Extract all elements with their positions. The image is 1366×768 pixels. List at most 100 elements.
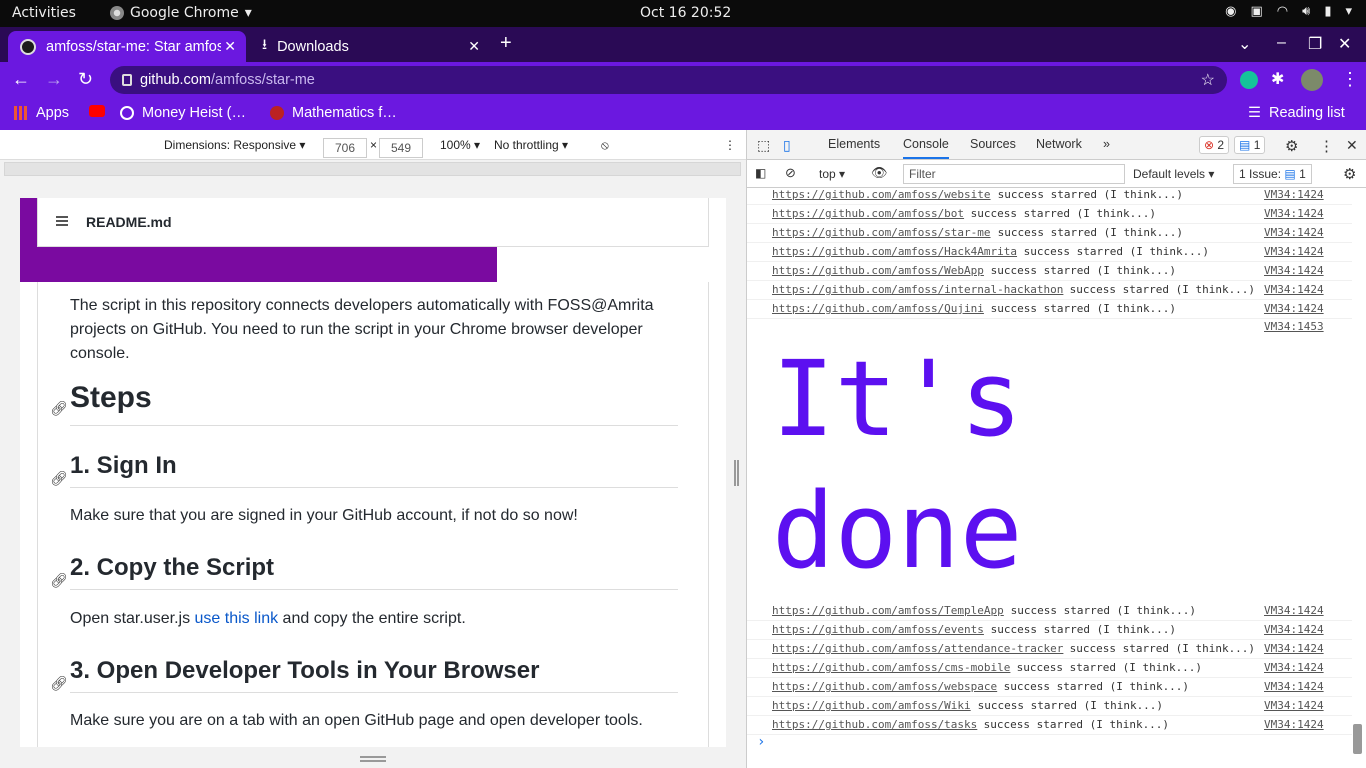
throttling-select[interactable]: No throttling ▾ [494,138,568,152]
repo-url-link[interactable]: https://github.com/amfoss/tasks [772,718,977,731]
error-count-badge[interactable]: ⊗ 2 [1199,136,1230,154]
repo-url-link[interactable]: https://github.com/amfoss/website [772,188,991,201]
levels-select[interactable]: Default levels ▾ [1133,167,1214,181]
bookmark-youtube[interactable] [89,105,105,117]
repo-url-link[interactable]: https://github.com/amfoss/webspace [772,680,997,693]
bookmark-mathematics[interactable]: Mathematics f… [270,105,397,121]
tab-sources[interactable]: Sources [970,137,1016,151]
repo-url-link[interactable]: https://github.com/amfoss/events [772,623,984,636]
list-icon[interactable] [56,216,68,226]
repo-url-link[interactable]: https://github.com/amfoss/Hack4Amrita [772,245,1017,258]
repo-url-link[interactable]: https://github.com/amfoss/Qujini [772,302,984,315]
lock-icon[interactable] [122,74,132,86]
source-link[interactable]: VM34:1424 [1264,264,1324,277]
forward-icon[interactable]: → [45,69,63,90]
filter-input[interactable]: Filter [903,164,1125,184]
context-select[interactable]: top ▾ [819,167,845,181]
console-prompt[interactable]: › [757,734,765,750]
repo-url-link[interactable]: https://github.com/amfoss/attendance-tra… [772,642,1063,655]
repo-url-link[interactable]: https://github.com/amfoss/star-me [772,226,991,239]
device-toggle-icon[interactable]: ▯ [783,137,791,154]
inspect-icon[interactable]: ⬚ [757,137,770,154]
back-icon[interactable]: ← [12,69,30,90]
more-tabs-icon[interactable]: » [1103,137,1110,151]
close-icon[interactable]: ✕ [224,38,236,55]
avatar[interactable] [1301,69,1323,91]
reload-icon[interactable]: ↻ [78,69,93,90]
tab-console[interactable]: Console [903,137,949,159]
more-icon[interactable]: ⋮ [724,138,736,152]
dimensions-select[interactable]: Dimensions: Responsive ▾ [164,138,305,152]
source-link[interactable]: VM34:1424 [1264,604,1324,617]
volume-icon[interactable]: 🔊︎ [1302,4,1310,19]
zoom-select[interactable]: 100% ▾ [440,138,480,152]
activities-button[interactable]: Activities [12,5,76,21]
tab-elements[interactable]: Elements [828,137,880,151]
wifi-icon[interactable]: ◠ [1277,4,1288,19]
height-input[interactable]: 549 [379,138,423,158]
repo-url-link[interactable]: https://github.com/amfoss/cms-mobile [772,661,1010,674]
repo-url-link[interactable]: https://github.com/amfoss/Wiki [772,699,971,712]
repo-url-link[interactable]: https://github.com/amfoss/TempleApp [772,604,1004,617]
viewport-resize-handle[interactable] [360,756,386,762]
repo-url-link[interactable]: https://github.com/amfoss/internal-hacka… [772,283,1063,296]
source-link[interactable]: VM34:1453 [1264,320,1324,333]
link-icon[interactable]: 🔗︎ [50,572,68,589]
repo-url-link[interactable]: https://github.com/amfoss/bot [772,207,964,220]
clear-console-icon[interactable]: ⊘ [785,165,796,181]
more-icon[interactable]: ⋮ [1319,137,1334,155]
message-count-badge[interactable]: ▤ 1 [1234,136,1266,154]
source-link[interactable]: VM34:1424 [1264,623,1324,636]
source-link[interactable]: VM34:1424 [1264,226,1324,239]
maximize-icon[interactable]: ❐ [1308,34,1322,54]
link-icon[interactable]: 🔗︎ [50,400,68,417]
console-settings-icon[interactable]: ⚙ [1343,165,1356,183]
source-link[interactable]: VM34:1424 [1264,188,1324,201]
extensions-puzzle-icon[interactable]: ✱ [1271,69,1284,89]
settings-gear-icon[interactable]: ⚙ [1285,137,1298,155]
address-bar[interactable]: github.com/amfoss/star-me ☆ [110,66,1227,94]
source-link[interactable]: VM34:1424 [1264,245,1324,258]
source-link[interactable]: VM34:1424 [1264,680,1324,693]
tab-star-me[interactable]: amfoss/star-me: Star amfoss ✕ [8,31,246,62]
issues-button[interactable]: 1 Issue: ▤ 1 [1233,164,1312,184]
source-link[interactable]: VM34:1424 [1264,283,1324,296]
clock[interactable]: Oct 16 20:52 [640,5,731,21]
grammarly-icon[interactable] [1240,71,1258,89]
media-query-ruler[interactable] [4,162,741,176]
menu-icon[interactable]: ⋮ [1341,69,1359,90]
tab-downloads[interactable]: ⭳ Downloads ✕ [250,31,490,62]
link-icon[interactable]: 🔗︎ [50,675,68,692]
bookmark-money-heist[interactable]: Money Heist (… [120,105,246,121]
tab-network[interactable]: Network [1036,137,1082,151]
source-link[interactable]: VM34:1424 [1264,661,1324,674]
eye-icon[interactable]: 👁︎ [871,165,888,181]
script-link[interactable]: use this link [195,610,279,627]
new-tab-button[interactable]: + [500,32,512,55]
bookmark-apps[interactable]: Apps [14,105,69,121]
rotate-icon[interactable]: ⦸ [601,138,609,153]
sidebar-toggle-icon[interactable]: ◧ [755,166,766,180]
battery-icon[interactable]: ▮ [1324,4,1331,19]
link-icon[interactable]: 🔗︎ [50,470,68,487]
width-input[interactable]: 706 [323,138,367,158]
source-link[interactable]: VM34:1424 [1264,642,1324,655]
close-icon[interactable]: ✕ [468,38,480,55]
close-icon[interactable]: ✕ [1346,137,1358,154]
source-link[interactable]: VM34:1424 [1264,207,1324,220]
tab-search-icon[interactable]: ⌄ [1238,34,1251,54]
system-tray[interactable]: ◉ ▣ ◠ 🔊︎ ▮ ▾ [1225,4,1352,19]
chevron-down-icon[interactable]: ▾ [1345,4,1352,19]
source-link[interactable]: VM34:1424 [1264,302,1324,315]
source-link[interactable]: VM34:1424 [1264,718,1324,731]
discord-icon[interactable]: ◉ [1225,4,1236,19]
console-scrollbar[interactable] [1353,724,1362,754]
source-link[interactable]: VM34:1424 [1264,699,1324,712]
minimize-icon[interactable]: – [1277,34,1286,52]
bookmark-star-icon[interactable]: ☆ [1201,70,1215,90]
viewport-width-handle[interactable] [734,460,739,486]
reading-list[interactable]: ☰ Reading list [1248,105,1345,121]
window-close-icon[interactable]: ✕ [1338,34,1351,54]
teams-icon[interactable]: ▣ [1250,4,1262,19]
repo-url-link[interactable]: https://github.com/amfoss/WebApp [772,264,984,277]
